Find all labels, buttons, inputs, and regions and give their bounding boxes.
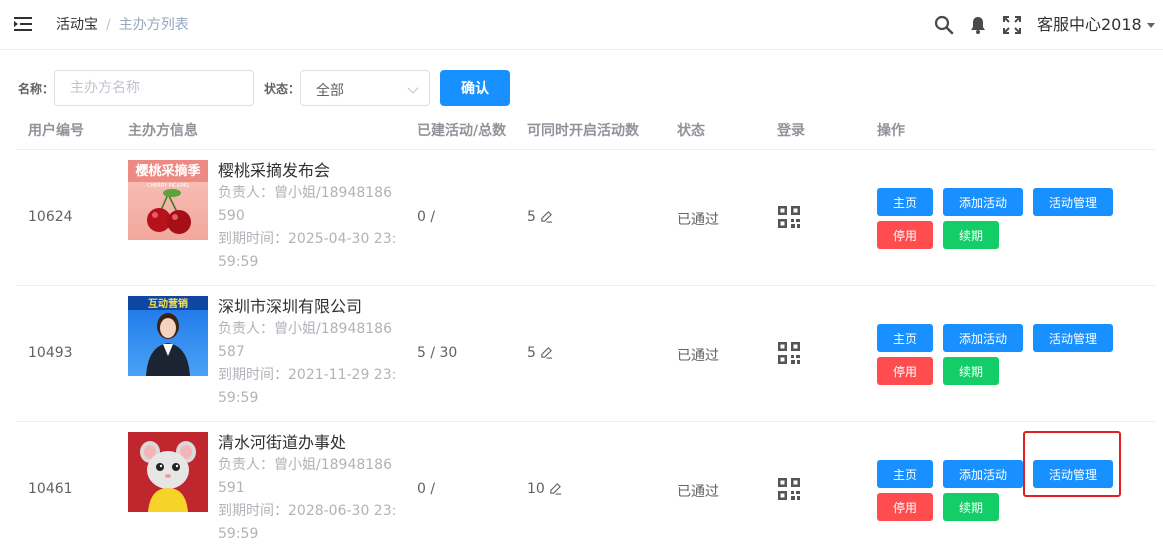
user-id: 10624 [28,209,73,225]
built-ratio: 5 / 30 [417,345,458,361]
status-select-value: 全部 [316,83,344,99]
organizer-avatar: 互动营销 [128,296,208,376]
home-button[interactable]: 主页 [877,188,933,216]
organizer-owner: 负责人：曾小姐/18948186590 [218,185,392,224]
qrcode-icon[interactable] [777,477,801,501]
concurrent-limit: 5 [527,209,553,225]
col-built: 已建活动/总数 [417,123,507,139]
status-select[interactable]: 全部 [300,70,430,106]
organizer-expire: 到期时间：2021-11-29 23:59:59 [218,367,397,406]
home-button[interactable]: 主页 [877,460,933,488]
organizer-owner: 负责人：曾小姐/18948186591 [218,457,392,496]
search-icon[interactable] [934,15,954,35]
bell-icon[interactable] [968,15,988,35]
table-row: 10493 互动营销 深圳市深圳有限公司 负责人：曾小姐/18948186587… [16,286,1155,422]
thumb-subtitle: CHERRY PICKING [147,183,189,189]
organizer-avatar: 樱桃采摘季 CHERRY PICKING [128,160,208,240]
menu-fold-icon[interactable] [14,16,32,32]
edit-icon[interactable] [549,482,562,495]
organizer-name: 樱桃采摘发布会 [218,161,331,180]
user-id: 10493 [28,345,73,361]
chevron-down-icon [407,82,419,94]
manage-activity-button[interactable]: 活动管理 [1033,324,1113,352]
manage-activity-button[interactable]: 活动管理 [1033,460,1113,488]
col-concurrent: 可同时开启活动数 [527,123,639,139]
col-user-id: 用户编号 [28,123,84,139]
organizer-info: 清水河街道办事处 负责人：曾小姐/18948186591 到期时间：2028-0… [218,432,398,546]
table-row: 10461 清水河街道办事处 负责人：曾小姐/18948186591 到期时间：… [16,422,1155,555]
concurrent-limit-value: 10 [527,481,545,497]
status-text: 已通过 [677,484,719,500]
disable-button[interactable]: 停用 [877,357,933,385]
add-activity-button[interactable]: 添加活动 [943,460,1023,488]
organizer-name-input[interactable] [54,70,254,106]
qrcode-icon[interactable] [777,341,801,365]
home-button[interactable]: 主页 [877,324,933,352]
edit-icon[interactable] [540,346,553,359]
organizer-expire: 到期时间：2028-06-30 23:59:59 [218,503,397,542]
built-ratio: 0 / [417,481,436,497]
concurrent-limit-value: 5 [527,345,536,361]
manage-activity-button[interactable]: 活动管理 [1033,188,1113,216]
organizer-name: 清水河街道办事处 [218,433,347,452]
confirm-button[interactable]: 确认 [440,70,510,106]
name-label: 名称： [18,82,55,96]
concurrent-limit: 10 [527,481,562,497]
user-id: 10461 [28,481,73,497]
status-label: 状态： [264,82,301,96]
renew-button[interactable]: 续期 [943,357,999,385]
col-login: 登录 [777,123,805,139]
breadcrumb-separator: / [106,17,111,33]
organizer-owner: 负责人：曾小姐/18948186587 [218,321,392,360]
built-ratio: 0 / [417,209,436,225]
organizer-info: 樱桃采摘发布会 负责人：曾小姐/18948186590 到期时间：2025-04… [218,160,398,274]
organizer-expire: 到期时间：2025-04-30 23:59:59 [218,231,397,270]
fullscreen-icon[interactable] [1002,15,1022,35]
qrcode-icon[interactable] [777,205,801,229]
concurrent-limit-value: 5 [527,209,536,225]
organizer-name: 深圳市深圳有限公司 [218,297,363,316]
organizer-table: 用户编号 主办方信息 已建活动/总数 可同时开启活动数 状态 登录 操作 106… [16,108,1155,555]
concurrent-limit: 5 [527,345,553,361]
breadcrumb: 活动宝 / 主办方列表 [56,16,189,34]
edit-icon[interactable] [540,210,553,223]
renew-button[interactable]: 续期 [943,221,999,249]
col-status: 状态 [677,123,705,139]
table-header: 用户编号 主办方信息 已建活动/总数 可同时开启活动数 状态 登录 操作 [16,108,1155,150]
organizer-avatar [128,432,208,512]
table-row: 10624 樱桃采摘季 CHERRY PICKING 樱桃采摘发布会 负责人：曾… [16,150,1155,286]
add-activity-button[interactable]: 添加活动 [943,324,1023,352]
breadcrumb-current: 主办方列表 [118,17,189,33]
disable-button[interactable]: 停用 [877,493,933,521]
col-actions: 操作 [877,123,905,139]
add-activity-button[interactable]: 添加活动 [943,188,1023,216]
user-menu[interactable]: 客服中心2018 [1037,15,1142,35]
thumb-title: 互动营销 [148,297,188,310]
top-navbar: 活动宝 / 主办方列表 客服中心2018 [0,0,1163,50]
disable-button[interactable]: 停用 [877,221,933,249]
renew-button[interactable]: 续期 [943,493,999,521]
status-text: 已通过 [677,212,719,228]
status-text: 已通过 [677,348,719,364]
thumb-title: 樱桃采摘季 [135,163,200,179]
caret-down-icon[interactable] [1147,23,1155,28]
breadcrumb-home[interactable]: 活动宝 [56,17,98,33]
organizer-info: 深圳市深圳有限公司 负责人：曾小姐/18948186587 到期时间：2021-… [218,296,398,410]
col-organizer-info: 主办方信息 [128,123,198,139]
